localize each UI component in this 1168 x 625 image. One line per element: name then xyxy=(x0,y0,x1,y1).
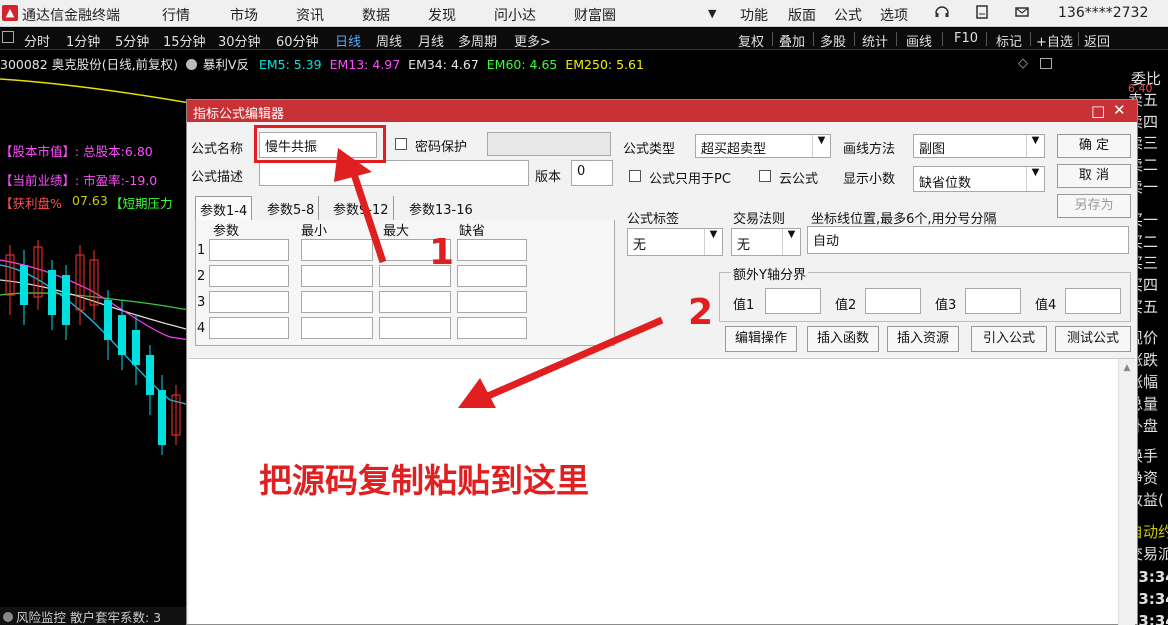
annotation-step-2: 2 xyxy=(688,292,714,333)
annotation-step-1: 1 xyxy=(429,232,455,273)
annotation-arrow-1-icon xyxy=(334,148,372,182)
annotation-arrows xyxy=(334,148,664,408)
